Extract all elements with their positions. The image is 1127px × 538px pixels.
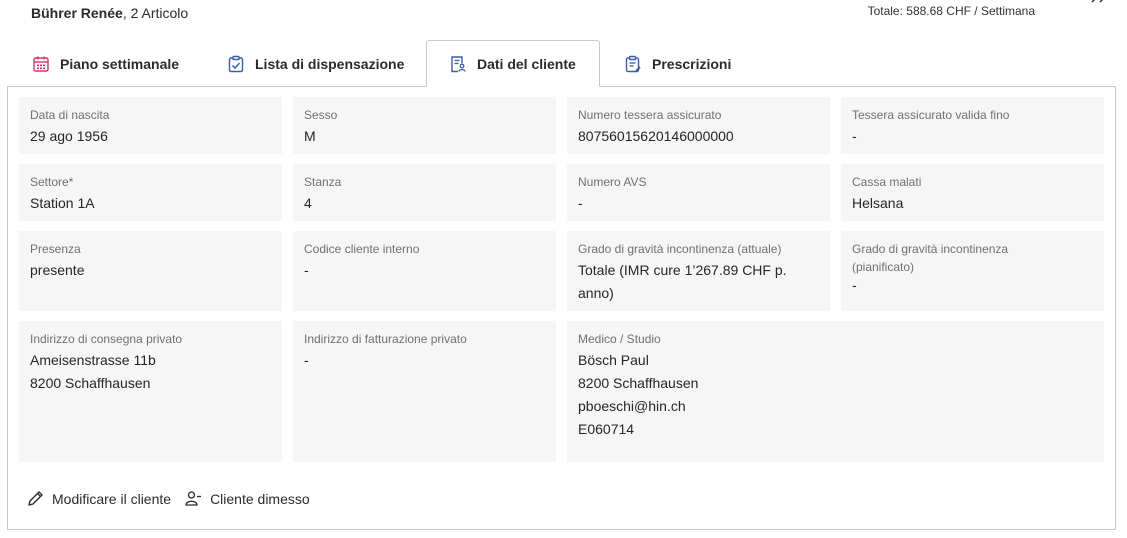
tab-client-data[interactable]: Dati del cliente (426, 40, 600, 87)
field-incontinence-planned: Grado di gravità incontinenza (pianifica… (841, 231, 1104, 311)
field-label: Codice cliente interno (304, 242, 420, 256)
field-delivery-address: Indirizzo di consegna privato Ameisenstr… (19, 321, 282, 462)
doctor-code: E060714 (578, 421, 635, 437)
footer-actions: Modificare il cliente Cliente dimesso (27, 490, 310, 507)
field-sector: Settore* Station 1A (19, 164, 282, 221)
field-value: 80756015620146000000 (578, 128, 734, 144)
clipboard-check-icon (228, 55, 244, 72)
field-label: Presenza (30, 242, 81, 256)
field-value: - (304, 262, 309, 278)
client-name: Bührer Renée, 2 Articolo (31, 5, 188, 21)
doctor-email: pboeschi@hin.ch (578, 398, 686, 414)
prescription-icon (625, 55, 641, 72)
field-label: Grado di gravità incontinenza (attuale) (578, 242, 782, 256)
edit-client-button[interactable]: Modificare il cliente (27, 490, 171, 507)
tab-bar: Piano settimanale Lista di dispensazione… (8, 40, 1116, 87)
field-health-insurance: Cassa malati Helsana (841, 164, 1104, 221)
header-bar: Bührer Renée, 2 Articolo Totale: 588.68 … (0, 0, 1127, 30)
pencil-icon (28, 491, 43, 506)
field-label: Numero AVS (578, 175, 647, 189)
doctor-city: 8200 Schaffhausen (578, 375, 699, 391)
field-value: - (852, 277, 857, 293)
field-label: Medico / Studio (578, 332, 661, 346)
field-value: Totale (IMR cure 1’267.89 CHF p. anno) (578, 259, 819, 305)
field-label: Tessera assicurato valida fino (852, 108, 1010, 122)
field-value-line: anno) (578, 285, 614, 301)
client-data-icon (451, 55, 466, 72)
client-name-bold: Bührer Renée (31, 5, 123, 21)
field-value: 29 ago 1956 (30, 128, 108, 144)
field-value: 4 (304, 195, 312, 211)
field-internal-code: Codice cliente interno - (293, 231, 556, 311)
doctor-name: Bösch Paul (578, 352, 649, 368)
field-insurance-valid: Tessera assicurato valida fino - (841, 97, 1104, 154)
field-avs-number: Numero AVS - (567, 164, 830, 221)
field-value: Station 1A (30, 195, 95, 211)
field-label: Indirizzo di fatturazione privato (304, 332, 467, 346)
discharge-client-button[interactable]: Cliente dimesso (185, 490, 310, 507)
field-value-line: Totale (IMR cure 1’267.89 CHF p. (578, 262, 787, 278)
field-room: Stanza 4 (293, 164, 556, 221)
field-value: presente (30, 262, 85, 278)
field-insurance-card: Numero tessera assicurato 80756015620146… (567, 97, 830, 154)
tab-dispensing-list[interactable]: Lista di dispensazione (205, 40, 426, 87)
tab-weekly-plan[interactable]: Piano settimanale (10, 40, 201, 87)
field-incontinence-current: Grado di gravità incontinenza (attuale) … (567, 231, 830, 311)
field-label: Cassa malati (852, 175, 922, 189)
client-data-panel: Data di nascita 29 ago 1956 Sesso M Nume… (7, 86, 1116, 530)
client-article-count: , 2 Articolo (122, 5, 189, 21)
field-value: - (852, 128, 857, 144)
tab-label: Prescrizioni (652, 55, 732, 72)
user-remove-icon (185, 491, 202, 506)
weekly-total: Totale: 588.68 CHF / Settimana (867, 4, 1035, 18)
more-icon[interactable] (1089, 0, 1107, 6)
field-value: 8200 Schaffhausen (30, 375, 151, 391)
field-value: M (304, 128, 316, 144)
field-value: Helsana (852, 195, 904, 211)
tab-label: Lista di dispensazione (255, 55, 405, 72)
field-doctor: Medico / Studio Bösch Paul 8200 Schaffha… (567, 321, 1104, 462)
field-billing-address: Indirizzo di fatturazione privato - (293, 321, 556, 462)
field-value: Ameisenstrasse 11b (30, 352, 156, 368)
field-label: Grado di gravità incontinenza (pianifica… (852, 242, 1009, 274)
tab-label: Dati del cliente (477, 55, 576, 72)
field-value: - (304, 352, 309, 368)
tab-prescriptions[interactable]: Prescrizioni (602, 40, 753, 87)
edit-client-label: Modificare il cliente (52, 490, 172, 507)
field-label: Stanza (304, 175, 342, 189)
field-gender: Sesso M (293, 97, 556, 154)
field-label: Indirizzo di consegna privato (30, 332, 183, 346)
field-label: Data di nascita (30, 108, 110, 122)
field-birth-date: Data di nascita 29 ago 1956 (19, 97, 282, 154)
tab-label: Piano settimanale (60, 55, 180, 72)
field-value: - (578, 195, 583, 211)
field-label: Sesso (304, 108, 338, 122)
discharge-client-label: Cliente dimesso (210, 490, 310, 507)
field-label: Numero tessera assicurato (578, 108, 722, 122)
field-presence: Presenza presente (19, 231, 282, 311)
calendar-icon (33, 56, 49, 72)
field-label: Settore* (30, 175, 74, 189)
